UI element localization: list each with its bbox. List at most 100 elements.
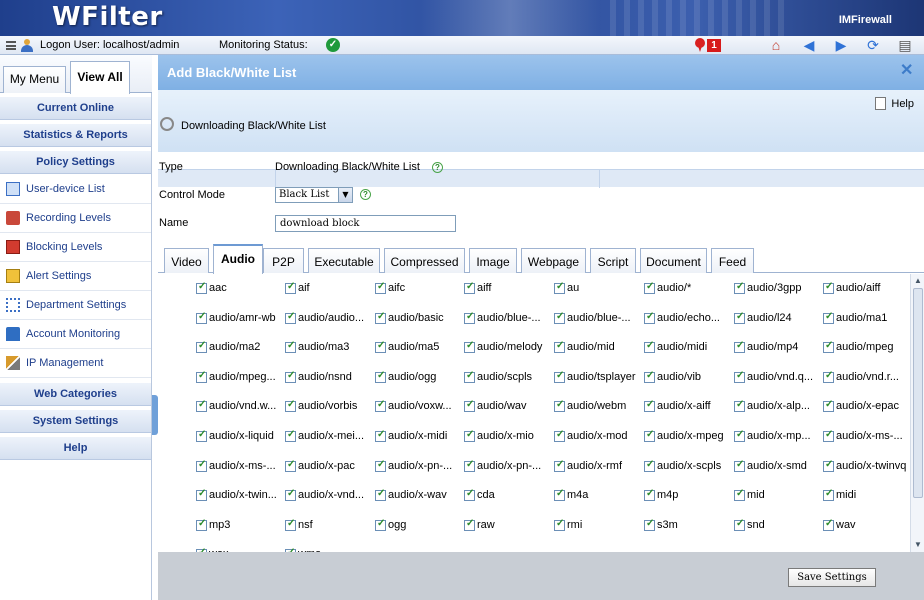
checkbox[interactable] (554, 282, 565, 294)
checkbox[interactable] (285, 489, 296, 502)
mime-checkbox-item[interactable]: audio/x-mio (464, 430, 552, 444)
checkbox[interactable] (285, 460, 296, 472)
checkbox[interactable] (285, 282, 296, 294)
mime-checkbox-item[interactable]: audio/x-mpeg (644, 430, 732, 444)
mime-checkbox-item[interactable]: audio/mp4 (734, 341, 822, 355)
refresh-icon[interactable]: ⟳ (864, 37, 882, 53)
checkbox[interactable] (554, 460, 565, 472)
tab-script[interactable]: Script (590, 248, 636, 273)
checkbox[interactable] (734, 400, 745, 413)
control-mode-select[interactable]: Black List ▼ (275, 187, 353, 203)
checkbox[interactable] (375, 312, 386, 324)
mime-checkbox-item[interactable]: audio/x-pn-... (375, 460, 463, 474)
scroll-up-icon[interactable]: ▲ (912, 275, 924, 287)
mime-checkbox-item[interactable]: audio/x-smd (734, 460, 822, 474)
checkbox[interactable] (554, 341, 565, 354)
close-icon[interactable]: ✕ (900, 63, 914, 79)
mime-checkbox-item[interactable]: au (554, 282, 642, 296)
checkbox[interactable] (375, 341, 386, 354)
checkbox[interactable] (464, 430, 475, 442)
checkbox[interactable] (554, 400, 565, 413)
sidebar-category-system-settings[interactable]: System Settings (0, 409, 151, 433)
tab-executable[interactable]: Executable (308, 248, 380, 273)
mime-checkbox-item[interactable]: audio/echo... (644, 312, 732, 326)
tab-webpage[interactable]: Webpage (521, 248, 586, 273)
mime-checkbox-item[interactable]: audio/vnd.r... (823, 371, 910, 385)
checkbox[interactable] (644, 400, 655, 413)
checkbox[interactable] (734, 430, 745, 442)
checkbox[interactable] (734, 341, 745, 354)
mime-checkbox-item[interactable]: audio/webm (554, 400, 642, 414)
checkbox[interactable] (464, 341, 475, 354)
mime-checkbox-item[interactable]: audio/nsnd (285, 371, 373, 385)
mime-checkbox-item[interactable]: audio/mpeg... (196, 371, 284, 385)
sidebar-item-department-settings[interactable]: Department Settings (0, 291, 151, 320)
checkbox[interactable] (285, 400, 296, 413)
mime-checkbox-item[interactable]: audio/tsplayer (554, 371, 642, 385)
checkbox[interactable] (823, 282, 834, 294)
mime-checkbox-item[interactable]: audio/mpeg (823, 341, 910, 355)
checkbox[interactable] (823, 400, 834, 413)
print-icon[interactable]: ▤ (896, 37, 914, 53)
mime-checkbox-item[interactable]: audio/scpls (464, 371, 552, 385)
map-pin-icon[interactable] (695, 38, 705, 52)
tab-feed[interactable]: Feed (711, 248, 754, 273)
mime-checkbox-item[interactable]: audio/vorbis (285, 400, 373, 414)
checkbox[interactable] (375, 282, 386, 294)
mime-checkbox-item[interactable]: nsf (285, 519, 373, 533)
mime-checkbox-item[interactable]: audio/3gpp (734, 282, 822, 296)
mime-checkbox-item[interactable]: audio/l24 (734, 312, 822, 326)
sidebar-category-policy-settings[interactable]: Policy Settings (0, 150, 151, 174)
help-link[interactable]: Help (891, 98, 914, 110)
tab-audio[interactable]: Audio (213, 244, 263, 274)
mime-checkbox-item[interactable]: audio/x-rmf (554, 460, 642, 474)
mime-checkbox-item[interactable]: aiff (464, 282, 552, 296)
mime-checkbox-item[interactable]: audio/midi (644, 341, 732, 355)
mime-checkbox-item[interactable]: audio/vnd.w... (196, 400, 284, 414)
checkbox[interactable] (375, 400, 386, 413)
mime-checkbox-item[interactable]: audio/x-midi (375, 430, 463, 444)
help-icon[interactable] (875, 97, 886, 110)
mime-checkbox-item[interactable]: audio/x-mp... (734, 430, 822, 444)
mime-checkbox-item[interactable]: audio/x-mei... (285, 430, 373, 444)
mime-checkbox-item[interactable]: audio/audio... (285, 312, 373, 326)
checkbox[interactable] (734, 312, 745, 324)
checkbox[interactable] (644, 519, 655, 531)
mime-checkbox-item[interactable]: audio/mid (554, 341, 642, 355)
mime-checkbox-item[interactable]: audio/ogg (375, 371, 463, 385)
checkbox[interactable] (196, 341, 207, 354)
tab-video[interactable]: Video (164, 248, 209, 273)
menu-icon[interactable] (6, 41, 16, 50)
checkbox[interactable] (734, 371, 745, 383)
checkbox[interactable] (375, 460, 386, 472)
tab-my-menu[interactable]: My Menu (3, 66, 66, 93)
mime-checkbox-item[interactable]: audio/x-pn-... (464, 460, 552, 474)
scrollbar-thumb[interactable] (913, 288, 923, 498)
mime-checkbox-item[interactable]: audio/blue-... (464, 312, 552, 326)
mime-checkbox-item[interactable]: audio/voxw... (375, 400, 463, 414)
checkbox[interactable] (554, 371, 565, 383)
checkbox[interactable] (285, 371, 296, 383)
mime-checkbox-item[interactable]: audio/amr-wb (196, 312, 284, 326)
checkbox[interactable] (644, 460, 655, 472)
sidebar-category-statistics[interactable]: Statistics & Reports (0, 123, 151, 147)
info-icon[interactable]: ? (360, 189, 371, 200)
checkbox[interactable] (464, 400, 475, 413)
mime-checkbox-item[interactable]: raw (464, 519, 552, 533)
checkbox[interactable] (734, 519, 745, 531)
save-settings-button[interactable]: Save Settings (788, 568, 876, 587)
checkbox[interactable] (823, 341, 834, 354)
mime-checkbox-item[interactable]: wav (823, 519, 910, 533)
mime-checkbox-item[interactable]: aifc (375, 282, 463, 296)
mime-checkbox-item[interactable]: m4p (644, 489, 732, 503)
sidebar-category-current-online[interactable]: Current Online (0, 96, 151, 120)
checkbox[interactable] (375, 489, 386, 502)
mime-checkbox-item[interactable]: audio/x-mod (554, 430, 642, 444)
mime-checkbox-item[interactable]: audio/vnd.q... (734, 371, 822, 385)
checkbox[interactable] (644, 489, 655, 502)
mime-checkbox-item[interactable]: audio/vib (644, 371, 732, 385)
sidebar-category-web-categories[interactable]: Web Categories (0, 382, 151, 406)
checkbox[interactable] (375, 371, 386, 383)
checkbox[interactable] (644, 430, 655, 442)
mime-checkbox-item[interactable]: audio/blue-... (554, 312, 642, 326)
